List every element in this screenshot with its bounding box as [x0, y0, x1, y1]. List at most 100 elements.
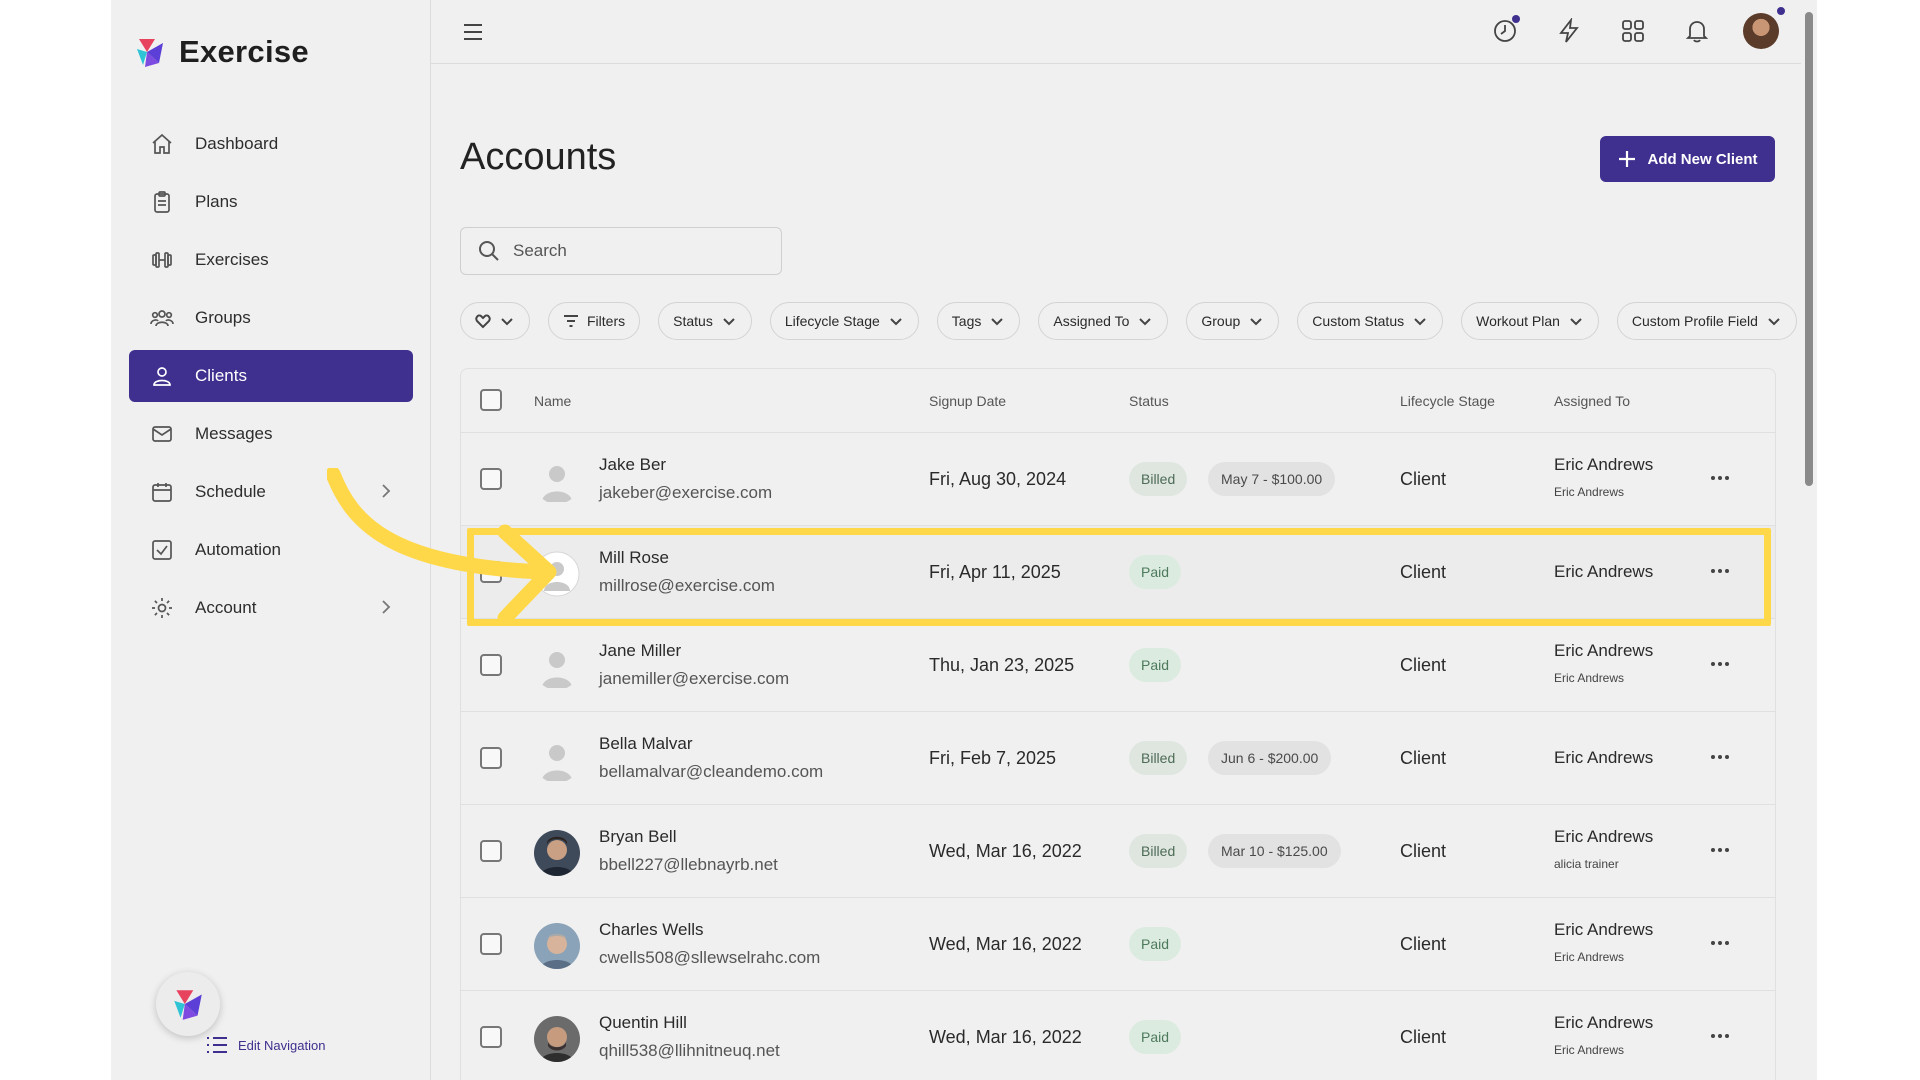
sidebar-item-clients[interactable]: Clients	[129, 350, 413, 402]
sidebar-item-plans[interactable]: Plans	[129, 176, 413, 228]
clipboard-icon	[149, 189, 175, 215]
sidebar-item-groups[interactable]: Groups	[129, 292, 413, 344]
client-name[interactable]: Charles Wells	[599, 920, 704, 940]
custom-profile-field-filter[interactable]: Custom Profile Field	[1616, 302, 1797, 340]
signup-date: Thu, Jan 23, 2025	[929, 655, 1075, 675]
app-logo-button[interactable]	[156, 972, 220, 1036]
row-checkbox[interactable]	[480, 1026, 502, 1048]
sidebar-item-label: Exercises	[195, 250, 269, 269]
favorites-filter[interactable]	[460, 302, 530, 340]
scrollbar-thumb[interactable]	[1805, 12, 1813, 486]
more-options-icon[interactable]	[1707, 653, 1733, 675]
brand-logo-icon	[174, 990, 202, 1020]
filters-button[interactable]: Filters	[548, 302, 641, 340]
table-row[interactable]: Jake Ber jakeber@exercise.com Fri, Aug 3…	[461, 433, 1775, 526]
add-new-client-button[interactable]: Add New Client	[1600, 136, 1775, 182]
table-header: Name Signup Date Status Lifecycle Stage …	[461, 369, 1775, 433]
plus-icon	[1619, 151, 1636, 167]
check-square-icon	[149, 537, 175, 563]
dumbbell-icon	[149, 247, 175, 273]
user-avatar[interactable]	[1743, 7, 1785, 49]
pointer-arrow-icon	[327, 468, 557, 626]
filter-label: Status	[673, 313, 713, 329]
more-options-icon[interactable]	[1707, 932, 1733, 954]
signup-date: Wed, Mar 16, 2022	[929, 841, 1082, 861]
scrollbar[interactable]	[1801, 0, 1817, 1080]
table-row[interactable]: Jane Miller janemiller@exercise.com Thu,…	[461, 619, 1775, 712]
lifecycle-stage: Client	[1400, 841, 1447, 861]
clock-icon[interactable]	[1487, 12, 1523, 50]
more-options-icon[interactable]	[1707, 467, 1733, 489]
lightning-icon[interactable]	[1551, 12, 1587, 50]
billing-chip: May 7 - $100.00	[1208, 462, 1336, 496]
sidebar-item-label: Automation	[195, 540, 281, 559]
select-all-checkbox[interactable]	[480, 389, 502, 411]
more-options-icon[interactable]	[1707, 1025, 1733, 1047]
client-email: qhill538@llihnitneuq.net	[599, 1041, 780, 1060]
column-header-lifecycle-stage[interactable]: Lifecycle Stage	[1400, 393, 1495, 409]
client-name[interactable]: Jake Ber	[599, 455, 666, 475]
workout-plan-filter[interactable]: Workout Plan	[1461, 302, 1599, 340]
top-icons	[1487, 7, 1785, 50]
row-checkbox[interactable]	[480, 747, 502, 769]
assigned-to: Eric Andrews	[1554, 920, 1654, 939]
edit-navigation-link[interactable]: Edit Navigation	[206, 1036, 325, 1054]
client-email: janemiller@exercise.com	[599, 669, 790, 688]
filters-label: Filters	[587, 313, 626, 329]
sidebar-item-messages[interactable]: Messages	[129, 408, 413, 460]
filter-label: Custom Profile Field	[1631, 313, 1758, 329]
chevron-down-icon	[1414, 318, 1426, 326]
more-options-icon[interactable]	[1707, 560, 1733, 582]
client-name[interactable]: Jane Miller	[599, 641, 681, 661]
chevron-down-icon	[501, 318, 513, 326]
tags-filter[interactable]: Tags	[936, 302, 1021, 340]
search-input[interactable]	[513, 241, 763, 261]
status-filter[interactable]: Status	[658, 302, 752, 340]
table-row[interactable]: Mill Rose millrose@exercise.com Fri, Apr…	[461, 526, 1775, 619]
signup-date: Fri, Feb 7, 2025	[929, 748, 1057, 768]
sidebar-item-exercises[interactable]: Exercises	[129, 234, 413, 286]
table-row[interactable]: Charles Wells cwells508@sllewselrahc.com…	[461, 898, 1775, 991]
client-name[interactable]: Bryan Bell	[599, 827, 676, 847]
notification-dot	[1777, 7, 1785, 15]
table-row[interactable]: Bryan Bell bbell227@llebnayrb.net Wed, M…	[461, 805, 1775, 898]
search-box[interactable]	[460, 227, 782, 275]
column-header-name[interactable]: Name	[534, 393, 571, 409]
row-checkbox[interactable]	[480, 840, 502, 862]
notification-dot	[1512, 15, 1520, 23]
sidebar-item-label: Clients	[195, 366, 247, 385]
assigned-to-filter[interactable]: Assigned To	[1038, 302, 1169, 340]
group-icon	[149, 305, 175, 331]
signup-date: Wed, Mar 16, 2022	[929, 934, 1082, 954]
billing-chip: Mar 10 - $125.00	[1208, 834, 1341, 868]
top-bar	[431, 0, 1817, 64]
brand[interactable]: Exercise	[133, 34, 309, 70]
custom-status-filter[interactable]: Custom Status	[1297, 302, 1444, 340]
calendar-icon	[149, 479, 175, 505]
group-filter[interactable]: Group	[1186, 302, 1280, 340]
more-options-icon[interactable]	[1707, 839, 1733, 861]
avatar	[534, 923, 580, 969]
table-row[interactable]: Bella Malvar bellamalvar@cleandemo.com F…	[461, 712, 1775, 805]
table-row[interactable]: Quentin Hill qhill538@llihnitneuq.net We…	[461, 991, 1775, 1080]
brand-name: Exercise	[179, 34, 309, 69]
column-header-assigned-to[interactable]: Assigned To	[1554, 393, 1630, 409]
client-name[interactable]: Bella Malvar	[599, 734, 693, 754]
grid-icon[interactable]	[1615, 12, 1651, 50]
sidebar-item-dashboard[interactable]: Dashboard	[129, 118, 413, 170]
more-options-icon[interactable]	[1707, 746, 1733, 768]
column-header-status[interactable]: Status	[1129, 393, 1169, 409]
brand-logo-icon	[137, 39, 163, 67]
row-checkbox[interactable]	[480, 654, 502, 676]
client-email: cwells508@sllewselrahc.com	[599, 948, 821, 967]
bell-icon[interactable]	[1679, 12, 1715, 50]
lifecycle-stage-filter[interactable]: Lifecycle Stage	[769, 302, 919, 340]
client-name[interactable]: Mill Rose	[599, 548, 669, 568]
menu-icon[interactable]	[461, 20, 485, 44]
client-name[interactable]: Quentin Hill	[599, 1013, 687, 1033]
avatar	[534, 830, 580, 876]
lifecycle-stage: Client	[1400, 934, 1447, 954]
column-header-signup-date[interactable]: Signup Date	[929, 393, 1006, 409]
status-badge: Billed	[1129, 834, 1188, 868]
row-checkbox[interactable]	[480, 933, 502, 955]
